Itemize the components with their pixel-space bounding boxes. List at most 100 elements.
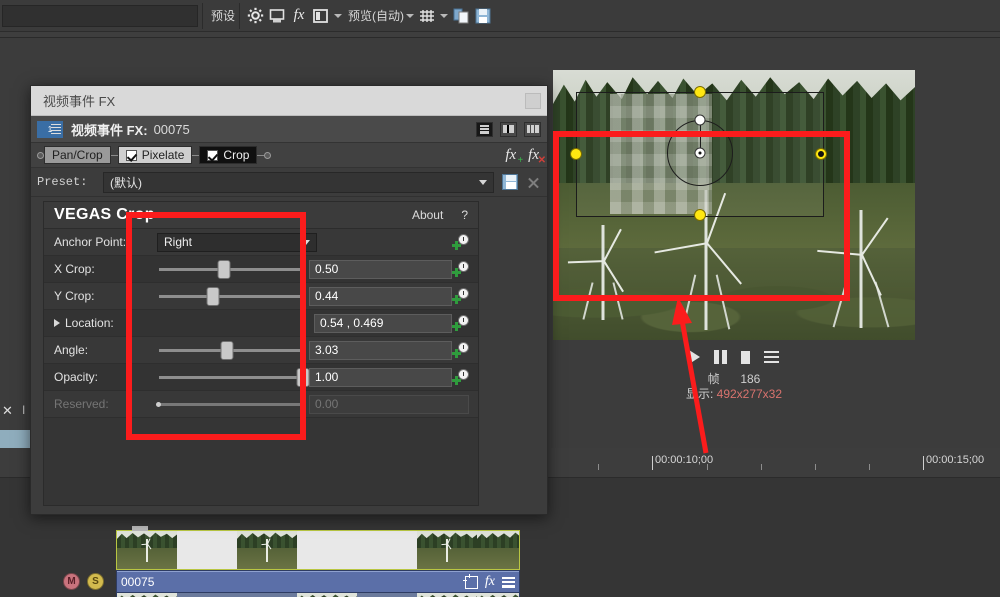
param-label: Anchor Point:: [54, 235, 154, 249]
panel-close-icon[interactable]: ✕: [2, 403, 13, 419]
save-preset-icon[interactable]: [502, 174, 518, 190]
play-button[interactable]: [689, 350, 700, 364]
plugin-chip-crop[interactable]: Crop: [199, 146, 257, 164]
about-link[interactable]: About: [412, 208, 443, 222]
angle-slider[interactable]: [154, 337, 309, 364]
timecode-label: 00:00:15;00: [926, 454, 984, 466]
chain-connector: [111, 155, 118, 156]
plugin-enable-checkbox[interactable]: [207, 150, 218, 161]
expander-triangle-icon[interactable]: [54, 319, 60, 327]
ruler-tick-major: [923, 456, 924, 470]
remove-plugin-icon[interactable]: fx✕: [528, 147, 539, 164]
clip-thumbnail-blank: [357, 593, 417, 597]
crop-handle-bottom[interactable]: [694, 209, 706, 221]
crop-handle-top[interactable]: [694, 86, 706, 98]
application-window: ? ? 预设: [0, 0, 1000, 597]
turbine-leg: [833, 281, 848, 327]
plugin-chip-label: Crop: [223, 148, 249, 162]
display-icon[interactable]: [266, 5, 288, 27]
preview-toolbar: 预设 fx: [0, 0, 1000, 32]
event-fx-icon[interactable]: fx: [485, 574, 495, 590]
toolbar-field[interactable]: [2, 5, 198, 27]
clip-thumbnail-blank: [357, 531, 417, 569]
quality-dropdown-icon[interactable]: [404, 5, 416, 27]
center-anchor-point[interactable]: [695, 148, 706, 159]
ruler-tick-major: [652, 456, 653, 470]
chain-output-dot: [264, 152, 271, 159]
y-crop-slider[interactable]: [154, 283, 309, 310]
clip-header[interactable]: 00075 fx: [117, 571, 519, 593]
dialog-window-button[interactable]: [525, 93, 541, 109]
x-crop-slider[interactable]: [154, 256, 309, 283]
ruler-tick: [815, 464, 816, 470]
location-value-field[interactable]: 0.54 , 0.469: [314, 314, 452, 333]
timeline-clip-selected[interactable]: 00075 fx: [116, 570, 520, 597]
mute-button[interactable]: M: [63, 573, 80, 590]
keyframe-add-icon[interactable]: [452, 234, 469, 250]
save-frame-icon[interactable]: [472, 5, 494, 27]
split-view-icon[interactable]: [310, 5, 332, 27]
fx-header-number: 00075: [154, 122, 190, 137]
list-view-button[interactable]: [476, 122, 493, 137]
anchor-point-dropdown[interactable]: Right: [157, 233, 317, 252]
grid-dropdown-icon[interactable]: [438, 5, 450, 27]
video-event-fx-dialog: 视频事件 FX 1 视频事件 FX: 00075 Pan/Crop Pixela…: [30, 85, 548, 515]
ruler-tick: [598, 464, 599, 470]
x-crop-value: 0.50: [315, 262, 338, 276]
gear-icon[interactable]: [244, 5, 266, 27]
preview-menu-button[interactable]: [764, 351, 779, 363]
angle-value-field[interactable]: 3.03: [309, 341, 452, 360]
track-grip: [132, 526, 148, 531]
param-row-opacity: Opacity: 1.00: [44, 364, 478, 391]
keyframe-add-icon[interactable]: [452, 369, 469, 385]
y-crop-value-field[interactable]: 0.44: [309, 287, 452, 306]
event-menu-icon[interactable]: [502, 577, 515, 588]
plugin-chip-pixelate[interactable]: Pixelate: [118, 146, 193, 164]
pan-crop-icon[interactable]: [465, 576, 478, 589]
stop-button[interactable]: [741, 351, 750, 364]
add-plugin-icon[interactable]: fx+: [505, 147, 516, 164]
param-label: Y Crop:: [54, 289, 154, 303]
display-label: 显示:: [686, 387, 713, 401]
help-link[interactable]: ?: [461, 208, 468, 222]
plugin-chip-label: Pixelate: [142, 148, 185, 162]
timecode-label: 00:00:10;00: [655, 454, 713, 466]
preview-quality-label[interactable]: 预览(自动): [348, 7, 404, 24]
crop-handle-right[interactable]: [815, 148, 827, 160]
delete-preset-icon[interactable]: [526, 175, 541, 190]
video-preview[interactable]: [553, 70, 915, 340]
grid3-view-button[interactable]: [524, 122, 541, 137]
fx-header-label: 视频事件 FX:: [71, 120, 148, 139]
pause-button[interactable]: [714, 350, 727, 364]
keyframe-add-icon[interactable]: [452, 288, 469, 304]
preset-value: (默认): [110, 174, 142, 191]
param-row-location: Location: 0.54 , 0.469: [44, 310, 478, 337]
grid2-view-button[interactable]: [500, 122, 517, 137]
split-view-dropdown-icon[interactable]: [332, 5, 344, 27]
crop-handle-left[interactable]: [570, 148, 582, 160]
solo-button[interactable]: S: [87, 573, 104, 590]
keyframe-add-icon[interactable]: [452, 342, 469, 358]
clip-name: 00075: [121, 575, 154, 589]
keyframe-add-icon[interactable]: [452, 261, 469, 277]
opacity-slider[interactable]: [154, 364, 309, 391]
fx-icon[interactable]: fx: [288, 5, 310, 27]
timeline-clip-video[interactable]: [116, 530, 520, 570]
plugin-chip-pan-crop[interactable]: Pan/Crop: [44, 146, 111, 164]
chevron-down-icon: [302, 240, 310, 245]
turbine-leg: [682, 274, 697, 329]
clip-thumbnail: [237, 531, 297, 569]
grid-icon[interactable]: [416, 5, 438, 27]
param-row-y-crop: Y Crop: 0.44: [44, 283, 478, 310]
rotation-handle[interactable]: [695, 115, 706, 126]
copy-frame-icon[interactable]: [450, 5, 472, 27]
plugin-header: VEGAS Crop About ?: [44, 202, 478, 229]
x-crop-value-field[interactable]: 0.50: [309, 260, 452, 279]
plugin-enable-checkbox[interactable]: [126, 150, 137, 161]
dialog-titlebar[interactable]: 视频事件 FX: [31, 86, 547, 116]
turbine-leg: [582, 282, 593, 319]
opacity-value-field[interactable]: 1.00: [309, 368, 452, 387]
clip-thumbnail-blank: [177, 593, 237, 597]
preset-dropdown[interactable]: (默认): [103, 172, 494, 193]
keyframe-add-icon[interactable]: [452, 315, 469, 331]
